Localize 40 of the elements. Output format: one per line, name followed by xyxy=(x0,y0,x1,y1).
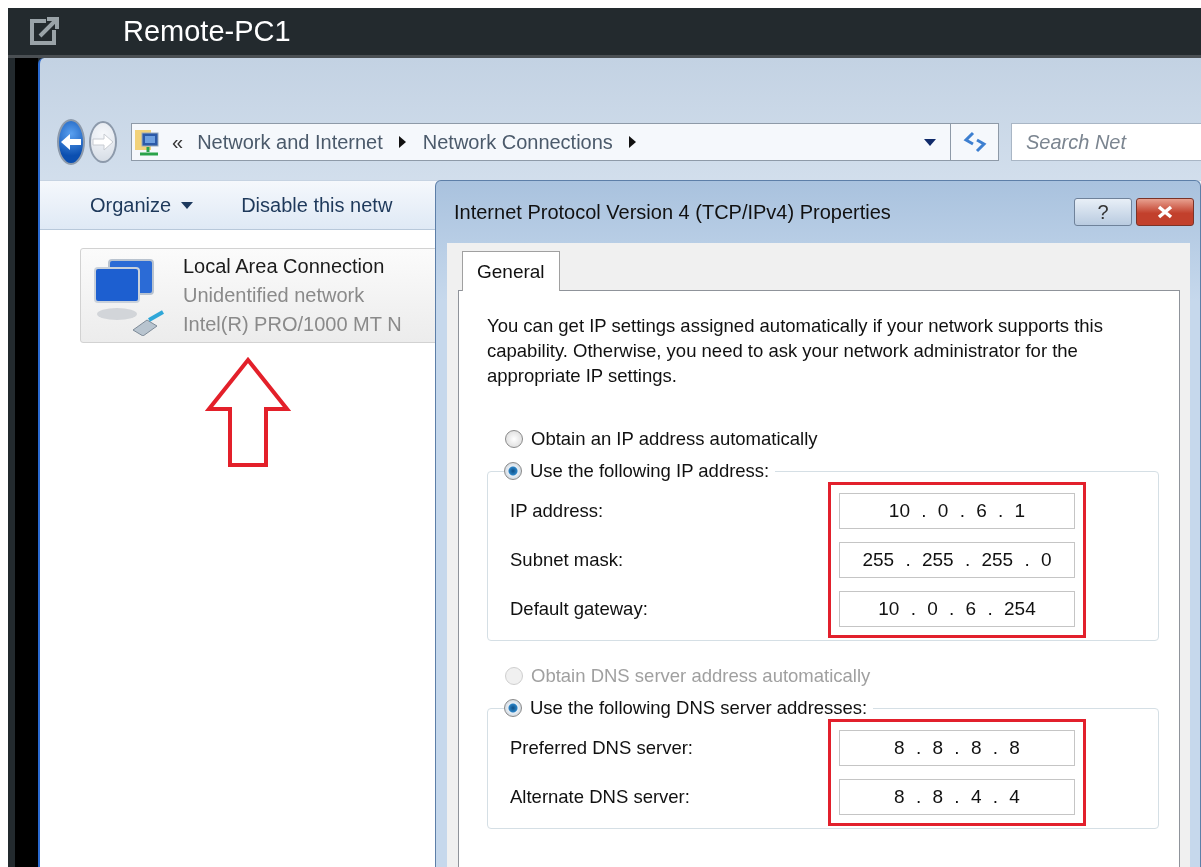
radio-option[interactable]: Obtain an IP address automatically xyxy=(505,428,1161,450)
radio-button[interactable] xyxy=(504,462,522,480)
address-field[interactable]: 10 . 0 . 6 . 254 xyxy=(839,591,1075,627)
dialog-title: Internet Protocol Version 4 (TCP/IPv4) Properties xyxy=(454,200,892,224)
field-label: IP address: xyxy=(510,499,605,523)
address-field[interactable]: 10 . 0 . 6 . 1 xyxy=(839,493,1075,529)
breadcrumb-item[interactable]: Network Connections xyxy=(422,130,613,154)
caret-icon[interactable] xyxy=(924,138,936,146)
field-label: Subnet mask: xyxy=(510,548,625,572)
address-field[interactable]: 255 . 255 . 255 . 0 xyxy=(839,542,1075,578)
radio-option[interactable]: Use the following IP address: xyxy=(504,460,770,482)
close-button[interactable] xyxy=(1136,198,1194,226)
help-button[interactable]: ? xyxy=(1074,198,1132,226)
radio-option[interactable]: Use the following DNS server addresses: xyxy=(504,697,868,719)
tab[interactable]: General xyxy=(462,251,560,291)
radio-button[interactable] xyxy=(505,430,523,448)
address-bar[interactable]: « Network and Internet Network Connections xyxy=(131,123,951,161)
radio-button[interactable] xyxy=(504,699,522,717)
back-button[interactable] xyxy=(57,119,85,165)
breadcrumb-item[interactable]: Network and Internet xyxy=(197,130,383,154)
chevron-icon[interactable] xyxy=(628,136,637,148)
address-field[interactable]: 8 . 8 . 8 . 8 xyxy=(839,730,1075,766)
window-title: Remote-PC1 xyxy=(123,15,291,48)
organize-menu[interactable]: Organize xyxy=(86,189,198,221)
chevron-icon[interactable] xyxy=(398,136,407,148)
caret-icon xyxy=(181,201,194,209)
overflow-mark[interactable]: « xyxy=(172,130,184,154)
field-label: Preferred DNS server: xyxy=(510,736,694,760)
connection-name: Local Area Connection xyxy=(183,254,386,279)
toolbar-button[interactable]: Disable this netw xyxy=(237,189,397,221)
field-label: Alternate DNS server: xyxy=(510,785,691,809)
refresh-button[interactable] xyxy=(951,123,999,161)
connection-status: Unidentified network xyxy=(183,283,366,308)
arrow-right-icon xyxy=(91,132,115,152)
field-label: Default gateway: xyxy=(510,597,649,621)
adapter-name: Intel(R) PRO/1000 MT N xyxy=(183,312,402,337)
arrow-left-icon xyxy=(59,132,83,152)
search-field[interactable]: Search Net xyxy=(1011,123,1201,161)
close-icon xyxy=(1156,205,1174,219)
address-field[interactable]: 8 . 8 . 4 . 4 xyxy=(839,779,1075,815)
